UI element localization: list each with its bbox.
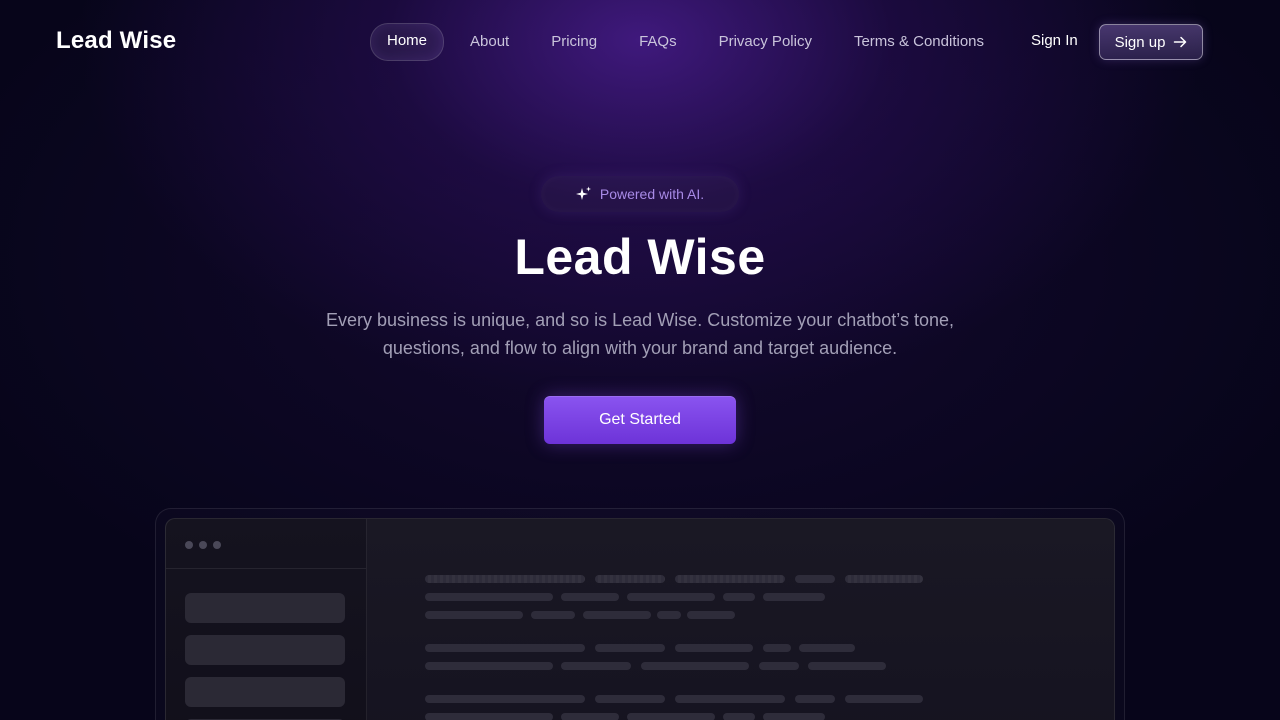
hero-title: Lead Wise	[514, 229, 766, 285]
placeholder-line	[808, 662, 886, 670]
site-header: Lead Wise Home About Pricing FAQs Privac…	[0, 0, 1280, 84]
nav-item-faqs[interactable]: FAQs	[623, 24, 693, 60]
hero-description: Every business is unique, and so is Lead…	[326, 310, 954, 358]
get-started-button[interactable]: Get Started	[544, 396, 736, 444]
placeholder-line	[723, 713, 755, 720]
placeholder-line	[425, 644, 585, 652]
placeholder-line	[687, 611, 735, 619]
preview-sidebar	[166, 519, 367, 720]
placeholder-line	[675, 575, 785, 583]
ai-badge-label: Powered with AI.	[599, 186, 705, 202]
placeholder-line	[583, 611, 651, 619]
placeholder-line	[763, 644, 791, 652]
placeholder-line	[795, 575, 835, 583]
main-nav: Home About Pricing FAQs Privacy Policy T…	[370, 23, 1010, 61]
placeholder-line	[425, 662, 553, 670]
nav-item-home[interactable]: Home	[370, 23, 445, 61]
app-preview-window	[165, 518, 1115, 720]
preview-sidebar-item	[185, 677, 345, 707]
placeholder-line	[795, 695, 835, 703]
placeholder-line	[561, 713, 619, 720]
placeholder-line	[561, 662, 631, 670]
placeholder-line	[425, 611, 523, 619]
placeholder-line	[425, 695, 585, 703]
window-dot	[199, 541, 207, 549]
placeholder-line	[595, 695, 665, 703]
sparkle-icon	[575, 186, 591, 200]
placeholder-line	[723, 593, 755, 601]
sign-up-button[interactable]: Sign up	[1099, 24, 1203, 60]
ai-badge: Powered with AI.	[541, 176, 739, 212]
placeholder-line	[425, 593, 553, 601]
placeholder-line	[763, 593, 825, 601]
placeholder-line	[657, 611, 681, 619]
window-dot	[185, 541, 193, 549]
placeholder-line	[627, 593, 715, 601]
placeholder-line	[845, 695, 923, 703]
nav-item-pricing[interactable]: Pricing	[535, 24, 613, 60]
placeholder-line	[845, 575, 923, 583]
placeholder-line	[675, 695, 785, 703]
preview-content	[367, 519, 1114, 720]
landing-page: Lead Wise Home About Pricing FAQs Privac…	[0, 0, 1280, 720]
placeholder-line	[759, 662, 799, 670]
preview-divider	[166, 568, 366, 569]
preview-sidebar-item	[185, 593, 345, 623]
sign-up-label: Sign up	[1114, 33, 1166, 51]
placeholder-line	[799, 644, 855, 652]
placeholder-line	[595, 644, 665, 652]
brand-logo[interactable]: Lead Wise	[56, 27, 176, 55]
placeholder-line	[595, 575, 665, 583]
placeholder-line	[425, 713, 553, 720]
placeholder-line	[675, 644, 753, 652]
nav-item-terms-conditions[interactable]: Terms & Conditions	[838, 24, 1000, 60]
arrow-right-icon	[1174, 36, 1187, 48]
placeholder-line	[531, 611, 575, 619]
nav-item-privacy-policy[interactable]: Privacy Policy	[703, 24, 828, 60]
preview-sidebar-item	[185, 635, 345, 665]
window-dot	[213, 541, 221, 549]
placeholder-line	[641, 662, 749, 670]
sign-in-link[interactable]: Sign In	[1031, 32, 1078, 49]
placeholder-line	[627, 713, 715, 720]
nav-item-about[interactable]: About	[454, 24, 525, 60]
window-controls	[185, 541, 221, 549]
placeholder-line	[763, 713, 825, 720]
placeholder-line	[425, 575, 585, 583]
placeholder-line	[561, 593, 619, 601]
